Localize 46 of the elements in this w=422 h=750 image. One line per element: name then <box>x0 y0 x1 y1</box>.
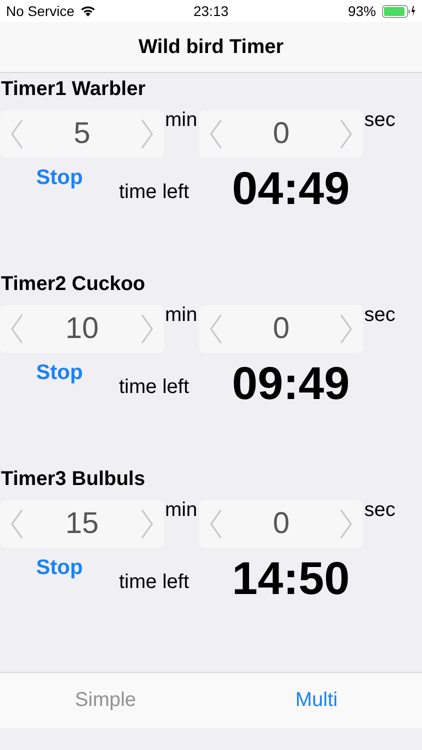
second-stepper[interactable]: 0 <box>199 305 364 353</box>
unit-label: min <box>164 303 198 327</box>
minute-stepper[interactable]: 10 <box>0 305 164 353</box>
decrement-button[interactable] <box>209 314 224 344</box>
minute-value: 5 <box>74 117 90 151</box>
time-left-label: time left <box>119 570 190 594</box>
decrement-button[interactable] <box>209 509 224 539</box>
decrement-button[interactable] <box>10 119 24 149</box>
increment-button[interactable] <box>339 314 354 344</box>
increment-button[interactable] <box>339 509 354 539</box>
battery-icon <box>382 4 416 18</box>
second-value: 0 <box>272 507 290 541</box>
battery-percent: 93% <box>348 3 376 19</box>
time-left-label: time left <box>119 180 190 204</box>
minute-stepper[interactable]: 15 <box>0 500 164 548</box>
unit-label: sec <box>363 108 396 132</box>
countdown-time: 14:50 <box>232 551 350 605</box>
minute-value: 10 <box>65 312 99 346</box>
tab[interactable]: Multi <box>211 673 422 728</box>
unit-label: sec <box>363 303 396 327</box>
carrier-name: No Service <box>6 3 74 19</box>
increment-button[interactable] <box>339 119 354 149</box>
unit-label: min <box>164 108 198 132</box>
second-stepper[interactable]: 0 <box>199 500 364 548</box>
increment-button[interactable] <box>140 119 154 149</box>
nav-title: Wild bird Timer <box>138 36 284 58</box>
unit-label: sec <box>363 498 396 522</box>
timer-title: Timer1 Warbler <box>0 77 147 102</box>
second-stepper[interactable]: 0 <box>199 110 364 158</box>
increment-button[interactable] <box>140 509 154 539</box>
minute-stepper[interactable]: 5 <box>0 110 164 158</box>
second-value: 0 <box>272 312 290 346</box>
timer-title: Timer3 Bulbuls <box>0 467 146 492</box>
decrement-button[interactable] <box>209 119 224 149</box>
unit-label: min <box>164 498 198 522</box>
increment-button[interactable] <box>140 314 154 344</box>
countdown-time: 09:49 <box>232 356 350 410</box>
wifi-icon <box>80 5 96 17</box>
time-left-label: time left <box>119 376 190 398</box>
minute-value: 15 <box>65 507 99 541</box>
clock-time: 23:13 <box>193 3 229 19</box>
countdown-time: 04:49 <box>232 161 350 215</box>
decrement-button[interactable] <box>10 314 24 344</box>
second-value: 0 <box>272 117 290 151</box>
decrement-button[interactable] <box>10 509 24 539</box>
timer-title: Timer2 Cuckoo <box>0 272 146 297</box>
